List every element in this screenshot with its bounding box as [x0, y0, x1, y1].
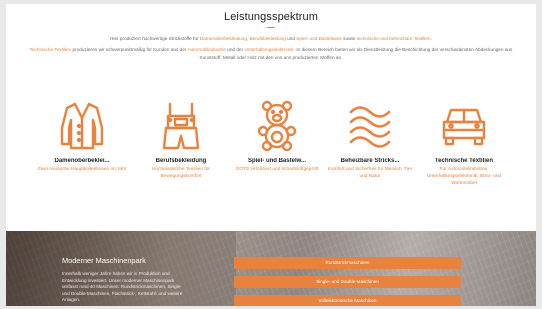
category-desc: Zwei modische Hauptkollektionen im Jahr: [37, 167, 127, 172]
link-spiel-bastelware[interactable]: Spiel- und Bastelware: [296, 36, 342, 41]
category-desc: GOTS zertifiziert und schadstoffgeprüft: [235, 167, 319, 172]
category-desc: Komfort und Sicherheit für Mensch, Tier …: [327, 167, 413, 179]
link-damenoberbekleidung[interactable]: Damenoberbekleidung, Berufsbekleidung: [200, 36, 286, 41]
title-underline: [267, 27, 275, 28]
category-label: Technische Textilien: [434, 158, 494, 164]
category-label: Beheizbare Stricks...: [340, 158, 400, 164]
intro-text: Hier produziert hochwertige Strickstoffe…: [24, 35, 518, 61]
heat-waves-icon: [349, 106, 391, 148]
category-beheizbare-strickstoffe[interactable]: Beheizbare Stricks... Komfort und Sicher…: [324, 100, 416, 181]
category-desc: Hochelastische Textilien für Bewegungsko…: [151, 167, 211, 179]
machine-park-title: Moderner Maschinenpark: [62, 256, 146, 265]
overalls-icon: [162, 102, 200, 150]
category-desc: Für Automobilindustrie, Unterhaltungsele…: [426, 167, 502, 186]
machine-park-banner: Moderner Maschinenpark Innerhalb weniger…: [6, 231, 536, 306]
category-label: Damenoberbeklei...: [54, 158, 110, 164]
page: Leistungsspektrum Hier produziert hochwe…: [6, 4, 536, 306]
category-berufsbekleidung[interactable]: Berufsbekleidung Hochelastische Textilie…: [135, 100, 227, 181]
button-rundstrickmaschinen[interactable]: Rundstrickmaschinen: [234, 257, 461, 269]
category-spiel-bastelware[interactable]: Spiel- und Bastelw... GOTS zertifiziert …: [231, 100, 323, 174]
link-unterhaltungselektronik[interactable]: Unterhaltungselektronik: [245, 47, 294, 52]
section-title: Leistungsspektrum: [223, 11, 319, 23]
cardigan-icon: [60, 102, 104, 150]
link-technische-textilien[interactable]: technische und beheizbare Textilien: [356, 36, 430, 41]
car-icon: [442, 108, 486, 146]
link-technische-textilien-2[interactable]: Technische Textilien: [30, 47, 72, 52]
category-label: Spiel- und Bastelw...: [247, 158, 307, 164]
button-vollelektronische-maschinen[interactable]: Vollelektronische Maschinen: [234, 295, 461, 306]
link-automobilindustrie[interactable]: Automobilindustrie: [187, 47, 226, 52]
button-single-double-maschinen[interactable]: Single- und Double-Maschinen: [234, 276, 461, 288]
category-damenoberbekleidung[interactable]: Damenoberbeklei... Zwei modische Hauptko…: [36, 100, 128, 174]
category-technische-textilien[interactable]: Technische Textilien Für Automobilindust…: [418, 100, 510, 187]
category-label: Berufsbekleidung: [155, 158, 207, 164]
intro-paragraph-2: Technische Textilien produzieren wir sch…: [29, 47, 513, 60]
intro-paragraph-1: Hier produziert hochwertige Strickstoffe…: [110, 36, 432, 41]
machine-park-text: Innerhalb weniger Jahre haben wir in Pro…: [62, 271, 183, 303]
teddy-bear-icon: [257, 100, 297, 152]
